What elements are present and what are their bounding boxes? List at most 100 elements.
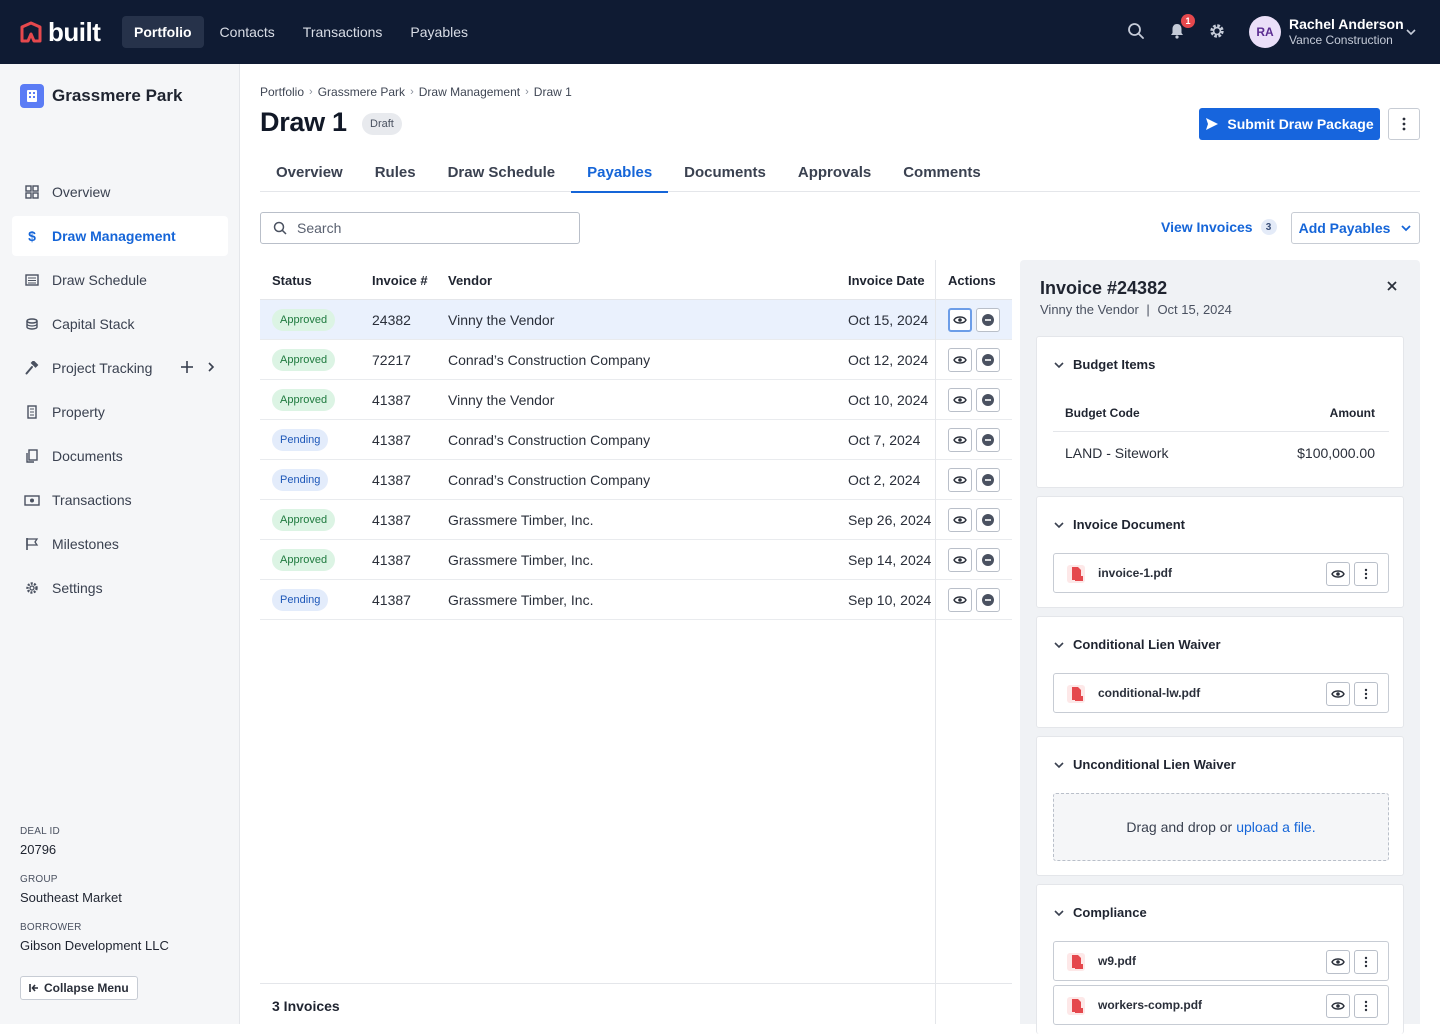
remove-icon[interactable] <box>976 588 1000 612</box>
breadcrumb-project[interactable]: Grassmere Park <box>318 85 405 99</box>
chevron-down-icon <box>1400 222 1412 234</box>
file-row[interactable]: workers-comp.pdf <box>1053 985 1389 1025</box>
remove-icon[interactable] <box>976 348 1000 372</box>
file-row[interactable]: conditional-lw.pdf <box>1053 673 1389 713</box>
add-payables-button[interactable]: Add Payables <box>1291 212 1420 244</box>
pdf-icon <box>1066 564 1086 584</box>
kebab-icon[interactable] <box>1354 994 1378 1018</box>
table-row[interactable]: Approved 41387 Grassmere Timber, Inc. Sep 1… <box>260 540 1012 580</box>
remove-icon[interactable] <box>976 308 1000 332</box>
eye-icon[interactable] <box>948 388 972 412</box>
col-invoice-date[interactable]: Invoice Date <box>848 273 925 288</box>
sidebar-item-property[interactable]: Property <box>12 392 228 432</box>
budget-items-toggle[interactable]: Budget Items <box>1053 357 1155 372</box>
table-row[interactable]: Approved 72217 Conrad’s Construction Compa… <box>260 340 1012 380</box>
tab-documents[interactable]: Documents <box>668 152 782 192</box>
table-row[interactable]: Pending 41387 Conrad’s Construction Compan… <box>260 420 1012 460</box>
tab-comments[interactable]: Comments <box>887 152 997 192</box>
table-row[interactable]: Pending 41387 Grassmere Timber, Inc. Sep 10… <box>260 580 1012 620</box>
file-row[interactable]: w9.pdf <box>1053 941 1389 981</box>
submit-draw-package-button[interactable]: Submit Draw Package <box>1199 108 1380 140</box>
table-row[interactable]: Approved 41387 Vinny the Vendor Oct 10, 202… <box>260 380 1012 420</box>
invoice-document-card: Invoice Document invoice-1.pdf <box>1036 496 1404 608</box>
table-row[interactable]: Approved 24382 Vinny the Vendor Oct 15, 202… <box>260 300 1012 340</box>
eye-icon[interactable] <box>948 348 972 372</box>
avatar[interactable]: RA <box>1249 16 1281 48</box>
sidebar-item-capital-stack[interactable]: Capital Stack <box>12 304 228 344</box>
project-header[interactable]: Grassmere Park <box>20 84 182 108</box>
eye-icon[interactable] <box>1326 562 1350 586</box>
tab-approvals[interactable]: Approvals <box>782 152 887 192</box>
col-vendor[interactable]: Vendor <box>448 273 492 288</box>
tab-payables[interactable]: Payables <box>571 152 669 193</box>
topnav-contacts[interactable]: Contacts <box>208 16 287 48</box>
sidebar-item-documents[interactable]: Documents <box>12 436 228 476</box>
list-icon <box>24 272 40 288</box>
eye-icon[interactable] <box>1326 682 1350 706</box>
sidebar-item-draw-schedule[interactable]: Draw Schedule <box>12 260 228 300</box>
file-row[interactable]: invoice-1.pdf <box>1053 553 1389 593</box>
collapse-menu-button[interactable]: Collapse Menu <box>20 976 138 1000</box>
topnav-payables[interactable]: Payables <box>398 16 480 48</box>
tab-rules[interactable]: Rules <box>359 152 432 192</box>
plus-icon[interactable] <box>180 360 194 374</box>
eye-icon[interactable] <box>948 548 972 572</box>
file-dropzone[interactable]: Drag and drop or upload a file. <box>1053 793 1389 861</box>
tab-draw-schedule[interactable]: Draw Schedule <box>432 152 572 192</box>
topnav-portfolio[interactable]: Portfolio <box>122 16 204 48</box>
hammer-icon <box>24 360 40 376</box>
search-icon[interactable] <box>1127 22 1147 42</box>
kebab-icon <box>1402 117 1406 131</box>
actions-divider <box>935 260 936 1024</box>
view-invoices-link[interactable]: View Invoices 3 <box>1161 219 1277 235</box>
vendor-name: Conrad’s Construction Company <box>448 472 651 488</box>
chevron-right-icon[interactable] <box>206 361 216 373</box>
logo-text: built <box>48 17 101 47</box>
sidebar-item-milestones[interactable]: Milestones <box>12 524 228 564</box>
sidebar-item-overview[interactable]: Overview <box>12 172 228 212</box>
remove-icon[interactable] <box>976 428 1000 452</box>
kebab-icon[interactable] <box>1354 682 1378 706</box>
breadcrumb-draw-management[interactable]: Draw Management <box>419 85 520 99</box>
sidebar-item-settings[interactable]: Settings <box>12 568 228 608</box>
topnav-transactions[interactable]: Transactions <box>291 16 395 48</box>
eye-icon[interactable] <box>1326 950 1350 974</box>
eye-icon[interactable] <box>948 308 972 332</box>
invoice-date: Oct 10, 2024 <box>848 392 929 408</box>
breadcrumb-portfolio[interactable]: Portfolio <box>260 85 304 99</box>
table-row[interactable]: Approved 41387 Grassmere Timber, Inc. Sep 2… <box>260 500 1012 540</box>
sidebar-item-project-tracking[interactable]: Project Tracking <box>12 348 228 388</box>
remove-icon[interactable] <box>976 548 1000 572</box>
remove-icon[interactable] <box>976 388 1000 412</box>
sidebar-item-draw-management[interactable]: $ Draw Management <box>12 216 228 256</box>
invoice-document-toggle[interactable]: Invoice Document <box>1053 517 1185 532</box>
remove-icon[interactable] <box>976 468 1000 492</box>
search-input[interactable] <box>297 220 557 236</box>
upload-file-link[interactable]: upload a file. <box>1236 819 1315 835</box>
eye-icon[interactable] <box>948 588 972 612</box>
remove-icon[interactable] <box>976 508 1000 532</box>
conditional-lien-waiver-toggle[interactable]: Conditional Lien Waiver <box>1053 637 1221 652</box>
eye-icon[interactable] <box>948 508 972 532</box>
chevron-down-icon[interactable] <box>1405 26 1417 38</box>
eye-icon[interactable] <box>948 428 972 452</box>
table-row[interactable]: Pending 41387 Conrad’s Construction Compan… <box>260 460 1012 500</box>
budget-items-card: Budget Items Budget Code Amount LAND - S… <box>1036 336 1404 488</box>
built-logo[interactable]: built <box>20 17 101 47</box>
close-icon[interactable] <box>1386 280 1398 292</box>
chevron-down-icon <box>1053 359 1065 371</box>
col-invoice[interactable]: Invoice # <box>372 273 428 288</box>
more-options-button[interactable] <box>1388 108 1420 140</box>
sidebar-item-transactions[interactable]: Transactions <box>12 480 228 520</box>
tab-overview[interactable]: Overview <box>260 152 359 192</box>
eye-icon[interactable] <box>1326 994 1350 1018</box>
user-name[interactable]: Rachel Anderson <box>1289 16 1404 32</box>
kebab-icon[interactable] <box>1354 950 1378 974</box>
eye-icon[interactable] <box>948 468 972 492</box>
vendor-name: Vinny the Vendor <box>448 392 555 408</box>
col-status[interactable]: Status <box>272 273 312 288</box>
compliance-toggle[interactable]: Compliance <box>1053 905 1147 920</box>
gear-icon[interactable] <box>1208 22 1228 42</box>
unconditional-lien-waiver-toggle[interactable]: Unconditional Lien Waiver <box>1053 757 1236 772</box>
kebab-icon[interactable] <box>1354 562 1378 586</box>
